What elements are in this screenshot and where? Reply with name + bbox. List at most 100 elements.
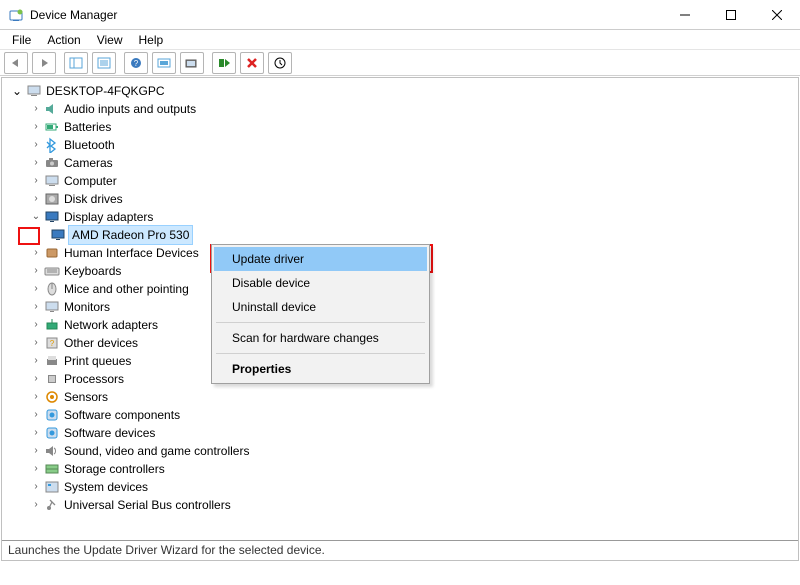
expand-arrow-icon[interactable]: ›: [30, 442, 42, 460]
usb-icon: [44, 497, 60, 513]
tree-node-label: Disk drives: [62, 190, 125, 208]
storage-icon: [44, 461, 60, 477]
battery-icon: [44, 119, 60, 135]
expand-arrow-icon[interactable]: ›: [30, 190, 42, 208]
close-button[interactable]: [754, 0, 800, 29]
tree-node[interactable]: ›Sound, video and game controllers: [12, 442, 798, 460]
tree-node-label: Mice and other pointing: [62, 280, 191, 298]
tree-node-label: Storage controllers: [62, 460, 167, 478]
tree-node-label: Keyboards: [62, 262, 123, 280]
uninstall-button[interactable]: [240, 52, 264, 74]
expand-arrow-icon[interactable]: ›: [30, 460, 42, 478]
expand-arrow-icon[interactable]: ›: [30, 262, 42, 280]
speaker-icon: [44, 101, 60, 117]
enable-button[interactable]: [212, 52, 236, 74]
tree-node[interactable]: › Cameras: [12, 154, 798, 172]
tree-root[interactable]: ⌄ DESKTOP-4FQKGPC: [12, 82, 798, 100]
minimize-button[interactable]: [662, 0, 708, 29]
scan-hardware-button[interactable]: [268, 52, 292, 74]
tree-node[interactable]: ›Software devices: [12, 424, 798, 442]
menu-view[interactable]: View: [89, 31, 131, 49]
menu-action[interactable]: Action: [39, 31, 88, 49]
tree-node-label: Audio inputs and outputs: [62, 100, 198, 118]
expand-arrow-icon[interactable]: ›: [30, 172, 42, 190]
menu-help[interactable]: Help: [131, 31, 172, 49]
display-icon: [44, 209, 60, 225]
tree-node[interactable]: ⌄ Display adapters: [12, 208, 798, 226]
context-menu-item[interactable]: Properties: [214, 357, 427, 381]
tree-node[interactable]: ›Sensors: [12, 388, 798, 406]
expand-arrow-icon[interactable]: ›: [30, 352, 42, 370]
expand-arrow-icon[interactable]: ›: [30, 334, 42, 352]
back-button[interactable]: [4, 52, 28, 74]
expand-arrow-icon[interactable]: ›: [30, 496, 42, 514]
expand-arrow-icon[interactable]: ›: [30, 100, 42, 118]
menu-separator: [216, 322, 425, 323]
tree-node-label: Bluetooth: [62, 136, 117, 154]
expand-arrow-icon[interactable]: ›: [30, 424, 42, 442]
system-icon: [44, 479, 60, 495]
context-menu-item[interactable]: Scan for hardware changes: [214, 326, 427, 350]
tree-root-label: DESKTOP-4FQKGPC: [46, 82, 164, 100]
tree-node[interactable]: › Universal Serial Bus controllers: [12, 496, 798, 514]
app-icon: [8, 7, 24, 23]
context-menu-item[interactable]: Update driver: [214, 247, 427, 271]
tree-node-label: Processors: [62, 370, 126, 388]
tree-node-label: Computer: [62, 172, 119, 190]
context-menu: Update driverDisable deviceUninstall dev…: [211, 244, 430, 384]
scan-button[interactable]: [152, 52, 176, 74]
expand-arrow-icon[interactable]: ›: [30, 154, 42, 172]
expand-arrow-icon[interactable]: ›: [30, 244, 42, 262]
tree-node-label: Display adapters: [62, 208, 155, 226]
tree-node[interactable]: › Computer: [12, 172, 798, 190]
hid-icon: [44, 245, 60, 261]
maximize-button[interactable]: [708, 0, 754, 29]
tree-node-label: Network adapters: [62, 316, 160, 334]
sound-icon: [44, 443, 60, 459]
update-button[interactable]: [180, 52, 204, 74]
expand-arrow-icon[interactable]: ›: [30, 280, 42, 298]
help-button[interactable]: ?: [124, 52, 148, 74]
tree-node-label: Software components: [62, 406, 182, 424]
expand-arrow-icon[interactable]: ›: [30, 136, 42, 154]
expand-arrow-icon[interactable]: ›: [30, 370, 42, 388]
expand-arrow-icon[interactable]: ›: [30, 478, 42, 496]
tree-node[interactable]: › Audio inputs and outputs: [12, 100, 798, 118]
forward-button[interactable]: [32, 52, 56, 74]
sw-icon: [44, 425, 60, 441]
expand-arrow-icon[interactable]: ›: [30, 388, 42, 406]
tree-node[interactable]: ›Batteries: [12, 118, 798, 136]
tree-node[interactable]: › Bluetooth: [12, 136, 798, 154]
svg-text:?: ?: [134, 59, 139, 68]
collapse-arrow-icon[interactable]: ⌄: [30, 208, 42, 226]
context-menu-item[interactable]: Disable device: [214, 271, 427, 295]
cpu-icon: [44, 371, 60, 387]
show-hide-button[interactable]: [64, 52, 88, 74]
display-icon: [50, 227, 66, 243]
expand-arrow-icon[interactable]: ⌄: [12, 82, 22, 100]
context-menu-item[interactable]: Uninstall device: [214, 295, 427, 319]
tree-node[interactable]: › Software components: [12, 406, 798, 424]
expand-arrow-icon[interactable]: ›: [30, 118, 42, 136]
properties-button[interactable]: [92, 52, 116, 74]
expand-arrow-icon[interactable]: ›: [30, 316, 42, 334]
other-icon: ?: [44, 335, 60, 351]
tree-node-label: Cameras: [62, 154, 115, 172]
device-tree-panel: ⌄ DESKTOP-4FQKGPC › Audio inputs and outp…: [1, 77, 799, 561]
network-icon: [44, 317, 60, 333]
tree-node[interactable]: ›System devices: [12, 478, 798, 496]
camera-icon: [44, 155, 60, 171]
window-title: Device Manager: [30, 8, 662, 22]
tree-node[interactable]: › Disk drives: [12, 190, 798, 208]
window-controls: [662, 0, 800, 29]
menu-file[interactable]: File: [4, 31, 39, 49]
tree-node-label: Universal Serial Bus controllers: [62, 496, 233, 514]
expand-arrow-icon[interactable]: ›: [30, 298, 42, 316]
menu-separator: [216, 353, 425, 354]
tree-node-label: Other devices: [62, 334, 140, 352]
tree-node[interactable]: AMD Radeon Pro 530: [12, 226, 798, 244]
bluetooth-icon: [44, 137, 60, 153]
tree-node-label: AMD Radeon Pro 530: [68, 225, 193, 245]
expand-arrow-icon[interactable]: ›: [30, 406, 42, 424]
tree-node[interactable]: › Storage controllers: [12, 460, 798, 478]
